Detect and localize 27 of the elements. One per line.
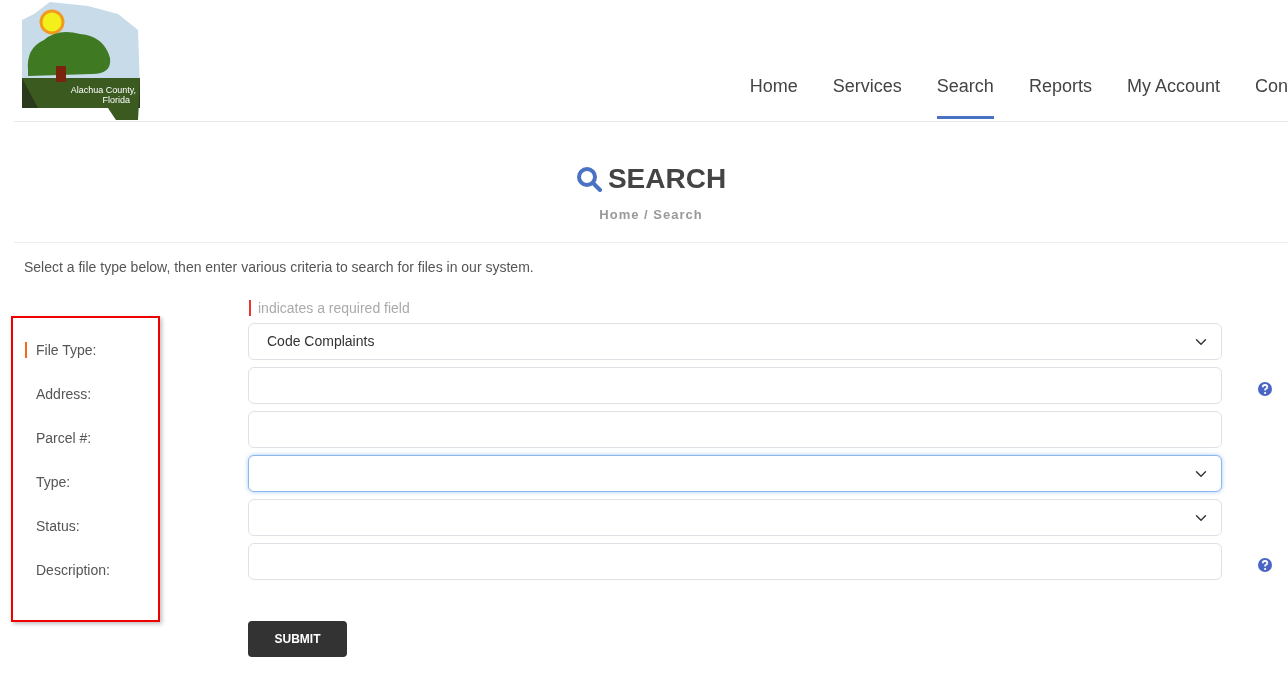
submit-button[interactable]: SUBMIT bbox=[248, 621, 347, 658]
input-field[interactable] bbox=[248, 367, 1222, 405]
field-label: Parcel #: bbox=[35, 430, 92, 447]
breadcrumb: Home / Search bbox=[598, 205, 704, 224]
nav-link[interactable]: Reports bbox=[1028, 73, 1092, 119]
nav-link[interactable]: Services bbox=[832, 73, 902, 119]
field-label: File Type: bbox=[25, 342, 97, 359]
dropdown-field[interactable]: Code Complaints bbox=[248, 323, 1222, 361]
logo-text: Alachua County, bbox=[70, 85, 136, 95]
page-title: SEARCH bbox=[607, 162, 727, 196]
nav-link[interactable]: My Account bbox=[1126, 73, 1220, 119]
field-label: Status: bbox=[35, 518, 80, 535]
field-label: Type: bbox=[35, 474, 71, 491]
field-label: Description: bbox=[35, 562, 110, 579]
nav-link[interactable]: Con bbox=[1254, 73, 1288, 119]
field-label: Address: bbox=[35, 386, 92, 403]
help-icon[interactable] bbox=[1258, 382, 1272, 397]
search-icon bbox=[575, 165, 602, 192]
nav-link[interactable]: Home bbox=[749, 73, 798, 119]
nav-link[interactable]: Search bbox=[936, 73, 994, 119]
required-note: indicates a required field bbox=[249, 300, 1222, 317]
input-field[interactable] bbox=[248, 411, 1222, 449]
intro-text: Select a file type below, then enter various criteria to search for files in our system. bbox=[24, 258, 535, 278]
logo-text: Florida bbox=[102, 95, 130, 105]
input-field[interactable] bbox=[248, 543, 1222, 581]
dropdown-field[interactable] bbox=[248, 455, 1222, 493]
help-icon[interactable] bbox=[1258, 558, 1272, 573]
